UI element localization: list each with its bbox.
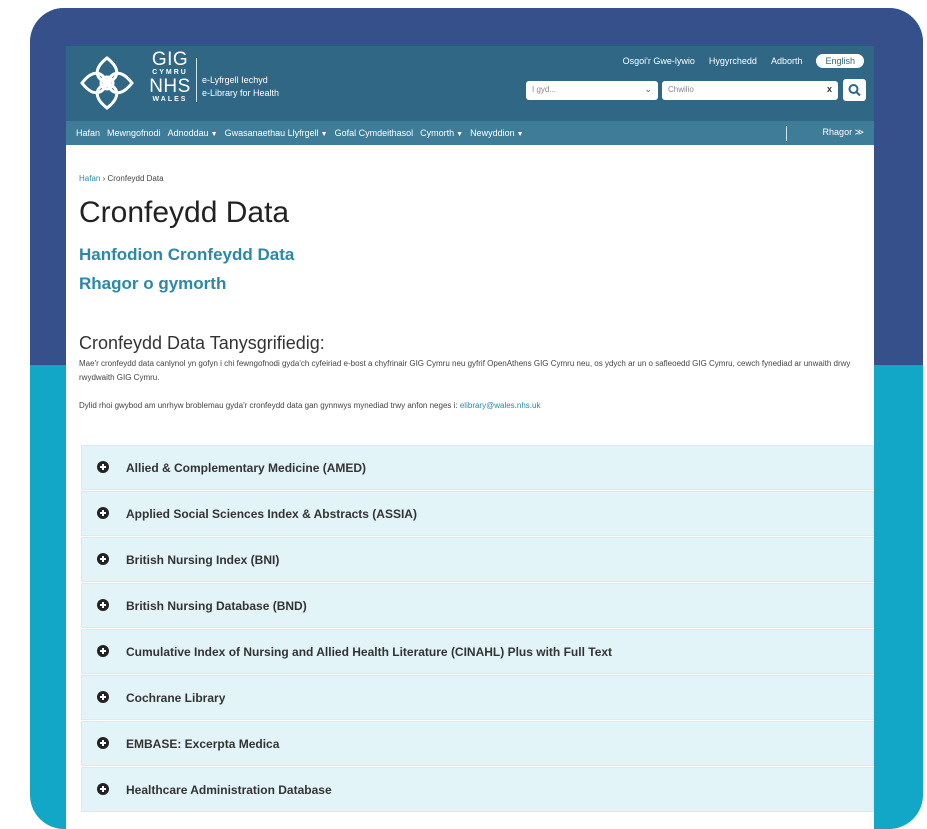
- nav-label: Cymorth: [420, 128, 455, 138]
- caret-down-icon: ▼: [456, 131, 464, 138]
- nav-more-button[interactable]: Rhagor ≫: [823, 127, 864, 138]
- search-icon: [848, 84, 861, 97]
- nav-item-gwasanaethau-llyfrgell[interactable]: Gwasanaethau Llyfrgell ▼: [225, 128, 328, 138]
- contact-text: Dylid rhoi gwybod am unrhyw broblemau gy…: [79, 401, 458, 410]
- breadcrumb-current: Cronfeydd Data: [107, 174, 164, 183]
- caret-down-icon: ▼: [320, 131, 328, 138]
- intro-paragraph: Mae'r cronfeydd data canlynol yn gofyn i…: [79, 359, 851, 382]
- search-scope-value: I gyd...: [532, 85, 557, 94]
- plus-circle-icon: [97, 783, 109, 795]
- site-header: GIG CYMRU NHS WALES e-Lyfrgell Iechyd e-…: [66, 46, 874, 121]
- breadcrumb-separator: ›: [102, 174, 106, 183]
- accordion-label: Cumulative Index of Nursing and Allied H…: [126, 645, 613, 659]
- page-frame: GIG CYMRU NHS WALES e-Lyfrgell Iechyd e-…: [0, 0, 927, 829]
- chevron-down-icon: ⌄: [644, 84, 652, 94]
- accordion-item-embase[interactable]: EMBASE: Excerpta Medica: [81, 721, 874, 766]
- nav-item-hafan[interactable]: Hafan: [76, 128, 100, 138]
- accordion-label: British Nursing Database (BND): [126, 599, 307, 613]
- nav-divider: [786, 126, 787, 141]
- brand-wordmark: GIG CYMRU NHS WALES: [144, 50, 196, 104]
- library-title-cy: e-Lyfrgell Iechyd: [202, 75, 268, 85]
- search-scope-select[interactable]: I gyd... ⌄: [526, 81, 658, 100]
- caret-down-icon: ▼: [210, 131, 218, 138]
- language-toggle-button[interactable]: English: [816, 54, 864, 68]
- search-placeholder: Chwilio: [668, 85, 694, 94]
- accordion-label: Allied & Complementary Medicine (AMED): [126, 461, 367, 475]
- plus-circle-icon: [97, 691, 109, 703]
- more-help-link[interactable]: Rhagor o gymorth: [79, 274, 226, 294]
- nav-label: Mewngofnodi: [107, 128, 161, 138]
- outer-background: GIG CYMRU NHS WALES e-Lyfrgell Iechyd e-…: [30, 8, 923, 829]
- database-essentials-link[interactable]: Hanfodion Cronfeydd Data: [79, 245, 294, 265]
- plus-circle-icon: [97, 645, 109, 657]
- brand-nhs: NHS: [149, 76, 191, 97]
- accordion-label: Cochrane Library: [126, 691, 226, 705]
- nav-label: Newyddion: [470, 128, 515, 138]
- nav-item-adnoddau[interactable]: Adnoddau ▼: [168, 128, 218, 138]
- nav-label: Adnoddau: [167, 128, 209, 138]
- plus-circle-icon: [97, 737, 109, 749]
- search-input[interactable]: Chwilio x: [662, 81, 838, 100]
- accordion-label: Healthcare Administration Database: [126, 783, 332, 797]
- breadcrumb: Hafan › Cronfeydd Data: [79, 174, 164, 183]
- nhs-wales-logo-icon[interactable]: [76, 54, 138, 112]
- accordion-item-cochrane[interactable]: Cochrane Library: [81, 675, 874, 720]
- utility-links: Osgoi'r Gwe-lywio Hygyrchedd Adborth Eng…: [623, 54, 864, 68]
- nav-item-gofal-cymdeithasol[interactable]: Gofal Cymdeithasol: [335, 128, 414, 138]
- accordion-label: British Nursing Index (BNI): [126, 553, 280, 567]
- library-title-en: e-Library for Health: [202, 88, 280, 98]
- accordion-label: EMBASE: Excerpta Medica: [126, 737, 280, 751]
- accordion-item-amed[interactable]: Allied & Complementary Medicine (AMED): [81, 445, 874, 490]
- accessibility-link[interactable]: Hygyrchedd: [709, 56, 757, 66]
- accordion-item-cinahl[interactable]: Cumulative Index of Nursing and Allied H…: [81, 629, 874, 674]
- nav-item-mewngofnodi[interactable]: Mewngofnodi: [107, 128, 161, 138]
- accordion-item-bni[interactable]: British Nursing Index (BNI): [81, 537, 874, 582]
- plus-circle-icon: [97, 553, 109, 565]
- feedback-link[interactable]: Adborth: [771, 56, 803, 66]
- search-button[interactable]: [843, 79, 866, 101]
- nav-item-cymorth[interactable]: Cymorth ▼: [420, 128, 463, 138]
- nav-label: Gofal Cymdeithasol: [334, 128, 414, 138]
- database-accordion: Allied & Complementary Medicine (AMED) A…: [81, 445, 874, 813]
- accordion-item-assia[interactable]: Applied Social Sciences Index & Abstract…: [81, 491, 874, 536]
- contact-paragraph: Dylid rhoi gwybod am unrhyw broblemau gy…: [79, 401, 540, 410]
- plus-circle-icon: [97, 599, 109, 611]
- plus-circle-icon: [97, 507, 109, 519]
- plus-circle-icon: [97, 461, 109, 473]
- main-nav: Hafan Mewngofnodi Adnoddau ▼ Gwasanaethau…: [66, 121, 874, 145]
- section-title: Cronfeydd Data Tanysgrifiedig:: [79, 333, 325, 353]
- skip-navigation-link[interactable]: Osgoi'r Gwe-lywio: [623, 56, 695, 66]
- caret-down-icon: ▼: [516, 131, 524, 138]
- brand-gig: GIG: [151, 49, 189, 70]
- library-title: e-Lyfrgell Iechyd e-Library for Health: [202, 74, 279, 100]
- browser-content: GIG CYMRU NHS WALES e-Lyfrgell Iechyd e-…: [66, 46, 874, 829]
- nav-item-newyddion[interactable]: Newyddion ▼: [470, 128, 523, 138]
- accordion-item-healthcare-admin[interactable]: Healthcare Administration Database: [81, 767, 874, 812]
- accordion-item-bnd[interactable]: British Nursing Database (BND): [81, 583, 874, 628]
- email-link[interactable]: elibrary@wales.nhs.uk: [460, 401, 541, 410]
- page-title: Cronfeydd Data: [79, 196, 290, 229]
- brand-wales: WALES: [152, 96, 188, 103]
- clear-search-icon[interactable]: x: [827, 84, 832, 94]
- brand-divider: [196, 58, 197, 102]
- nav-label: Hafan: [76, 128, 101, 138]
- nav-label: Gwasanaethau Llyfrgell: [224, 128, 319, 138]
- breadcrumb-home-link[interactable]: Hafan: [79, 174, 100, 183]
- accordion-label: Applied Social Sciences Index & Abstract…: [126, 507, 417, 521]
